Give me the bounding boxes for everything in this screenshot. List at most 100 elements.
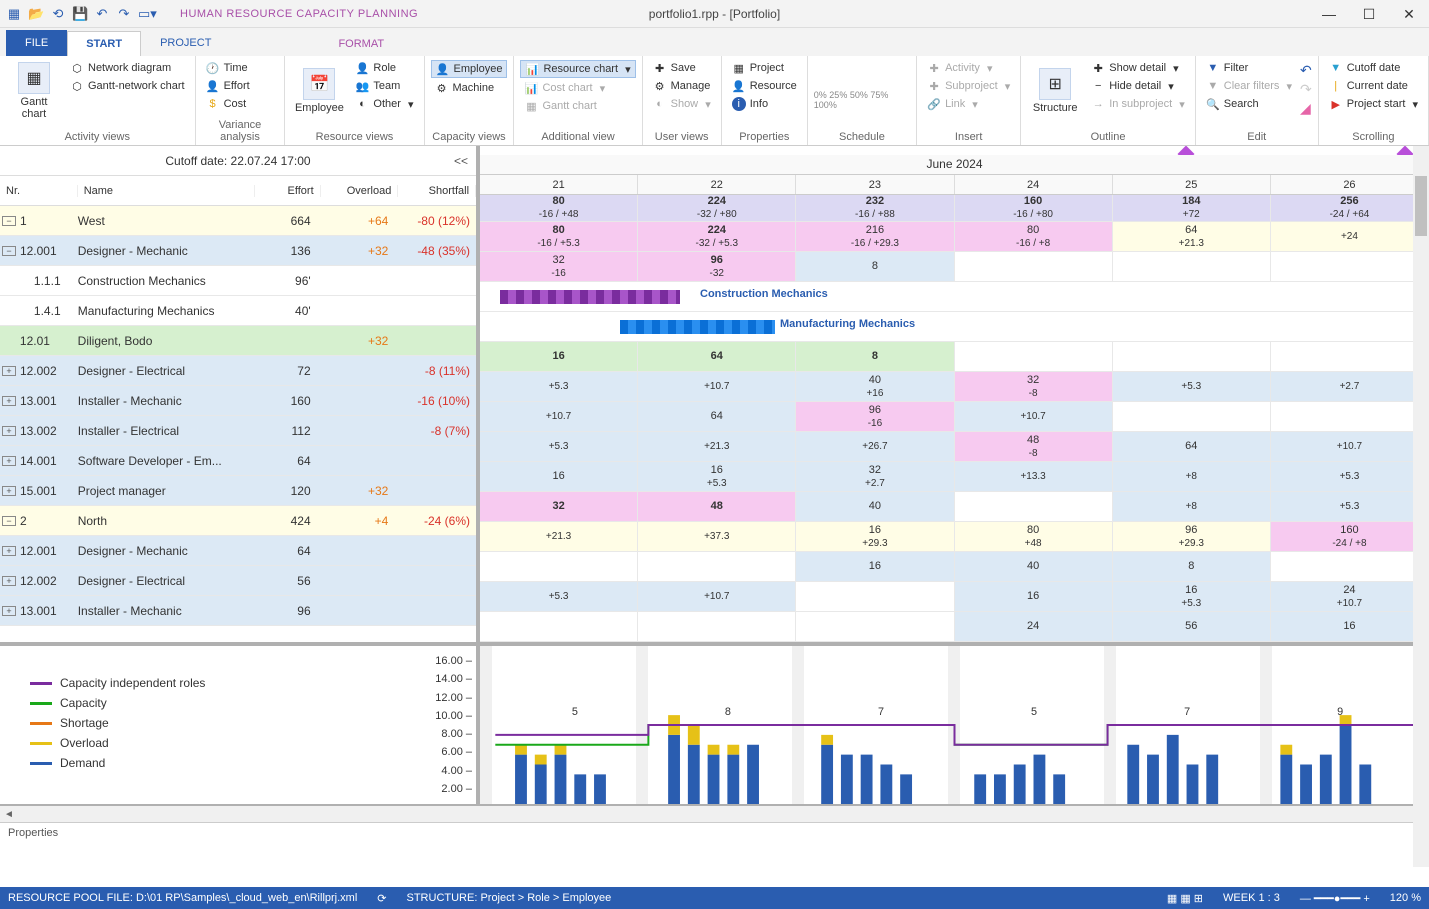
manage-view-button[interactable]: ⚙Manage — [649, 78, 715, 94]
filter-button[interactable]: ▼Filter — [1202, 60, 1296, 76]
structure-button[interactable]: ⊞Structure — [1027, 58, 1083, 124]
table-row[interactable]: +15.001Project manager120+32 — [0, 476, 476, 506]
table-row[interactable]: +13.002Installer - Electrical112-8 (7%) — [0, 416, 476, 446]
employee-view-button[interactable]: 📅Employee — [291, 58, 347, 124]
status-refresh-icon[interactable]: ⟳ — [377, 892, 386, 905]
day-header[interactable]: 25 — [1113, 175, 1271, 194]
prop-project-button[interactable]: ▦Project — [728, 60, 801, 76]
table-row[interactable]: −12.001Designer - Mechanic136+32-48 (35%… — [0, 236, 476, 266]
cap-machine-button[interactable]: ⚙Machine — [431, 80, 508, 96]
col-overload[interactable]: Overload — [321, 185, 399, 197]
table-row[interactable]: +12.002Designer - Electrical56 — [0, 566, 476, 596]
schedule-pct-icon[interactable]: 0% 25% 50% 75% 100% — [814, 90, 910, 110]
table-row[interactable]: 12.01Diligent, Bodo+32 — [0, 326, 476, 356]
tab-format[interactable]: FORMAT — [320, 32, 402, 56]
day-header[interactable]: 26 — [1271, 175, 1429, 194]
erase-icon[interactable]: ◢ — [1300, 100, 1312, 117]
expand-icon[interactable]: + — [2, 426, 16, 436]
saveall-icon[interactable]: 💾 — [72, 6, 88, 22]
cap-employee-button[interactable]: 👤Employee — [431, 60, 508, 78]
project-start-button[interactable]: ▶Project start ▾ — [1325, 96, 1422, 112]
save-view-button[interactable]: ✚Save — [649, 60, 715, 76]
ins-link-button[interactable]: 🔗Link ▾ — [923, 96, 1014, 112]
tab-project[interactable]: PROJECT — [141, 30, 230, 56]
h-scrollbar[interactable]: ◄► — [0, 806, 1429, 822]
day-header[interactable]: 21 — [480, 175, 638, 194]
in-subproject-button[interactable]: →In subproject ▾ — [1087, 96, 1189, 112]
cutoff-date-button[interactable]: ▼Cutoff date — [1325, 60, 1422, 76]
col-effort[interactable]: Effort — [255, 185, 321, 197]
properties-pane[interactable]: Properties — [0, 822, 1429, 842]
col-nr[interactable]: Nr. — [0, 185, 78, 197]
table-row[interactable]: 1.1.1Construction Mechanics96' — [0, 266, 476, 296]
clear-filters-button[interactable]: ▼Clear filters ▾ — [1202, 78, 1296, 94]
table-row[interactable]: +14.001Software Developer - Em...64 — [0, 446, 476, 476]
zoom-slider[interactable]: — ━━━●━━━ + — [1300, 892, 1370, 905]
collapse-left-button[interactable]: << — [454, 154, 468, 168]
tab-file[interactable]: FILE — [6, 30, 67, 56]
save-icon[interactable]: ⟲ — [50, 6, 66, 22]
table-row[interactable]: +13.001Installer - Mechanic160-16 (10%) — [0, 386, 476, 416]
time-button[interactable]: 🕐Time — [202, 60, 254, 76]
minimize-button[interactable]: — — [1309, 0, 1349, 28]
cost-button[interactable]: $Cost — [202, 96, 254, 112]
role-button[interactable]: 👤Role — [351, 60, 417, 76]
expand-icon[interactable]: + — [2, 486, 16, 496]
v-scrollbar[interactable] — [1413, 146, 1429, 867]
col-name[interactable]: Name — [78, 185, 255, 197]
expand-icon[interactable]: − — [2, 216, 16, 226]
group-variance: 🕐Time 👤Effort $Cost Variance analysis — [196, 56, 286, 145]
stack-icon[interactable]: ▭▾ — [138, 6, 154, 22]
team-button[interactable]: 👥Team — [351, 78, 417, 94]
redo-ribbon-icon[interactable]: ↷ — [1300, 81, 1312, 98]
expand-icon[interactable]: + — [2, 606, 16, 616]
redo-icon[interactable]: ↷ — [116, 6, 132, 22]
show-detail-button[interactable]: ✚Show detail ▾ — [1087, 60, 1189, 76]
other-button[interactable]: ◐Other ▾ — [351, 96, 417, 112]
col-shortfall[interactable]: Shortfall — [398, 185, 476, 197]
resource-chart-button[interactable]: 📊Resource chart ▾ — [520, 60, 635, 78]
table-row[interactable]: 1.4.1Manufacturing Mechanics40' — [0, 296, 476, 326]
prop-info-button[interactable]: iInfo — [728, 96, 801, 112]
gantt-network-button[interactable]: ⬡Gantt-network chart — [66, 78, 189, 94]
maximize-button[interactable]: ☐ — [1349, 0, 1389, 28]
search-button[interactable]: 🔍Search — [1202, 96, 1296, 112]
cost-chart-button[interactable]: 📊Cost chart ▾ — [520, 80, 635, 96]
prop-resource-button[interactable]: 👤Resource — [728, 78, 801, 94]
current-date-button[interactable]: |Current date — [1325, 78, 1422, 94]
close-button[interactable]: ✕ — [1389, 0, 1429, 28]
table-row[interactable]: −2North424+4-24 (6%) — [0, 506, 476, 536]
effort-button[interactable]: 👤Effort — [202, 78, 254, 94]
gantt-bar[interactable] — [620, 320, 775, 334]
expand-icon[interactable]: + — [2, 366, 16, 376]
group-properties: ▦Project 👤Resource iInfo Properties — [722, 56, 808, 145]
expand-icon[interactable]: + — [2, 456, 16, 466]
day-header[interactable]: 24 — [955, 175, 1113, 194]
gantt-chart-button[interactable]: ▦Gantt chart — [6, 58, 62, 124]
table-row[interactable]: +12.001Designer - Mechanic64 — [0, 536, 476, 566]
status-zoom: 120 % — [1390, 892, 1421, 904]
day-header[interactable]: 23 — [796, 175, 954, 194]
table-row[interactable]: +13.001Installer - Mechanic96 — [0, 596, 476, 626]
expand-icon[interactable]: + — [2, 546, 16, 556]
expand-icon[interactable]: − — [2, 516, 16, 526]
table-row[interactable]: −1West664+64-80 (12%) — [0, 206, 476, 236]
open-icon[interactable]: 📂 — [28, 6, 44, 22]
status-view-icons[interactable]: ▦ ▦ ⊞ — [1167, 892, 1203, 905]
ins-subproject-button[interactable]: ✚Subproject ▾ — [923, 78, 1014, 94]
expand-icon[interactable]: + — [2, 576, 16, 586]
hide-detail-button[interactable]: −Hide detail ▾ — [1087, 78, 1189, 94]
ins-activity-button[interactable]: ✚Activity ▾ — [923, 60, 1014, 76]
network-diagram-button[interactable]: ⬡Network diagram — [66, 60, 189, 76]
undo-ribbon-icon[interactable]: ↶ — [1300, 62, 1312, 79]
gantt-bar[interactable] — [500, 290, 680, 304]
expand-icon[interactable]: − — [2, 246, 16, 256]
table-row[interactable]: +12.002Designer - Electrical72-8 (11%) — [0, 356, 476, 386]
expand-icon[interactable]: + — [2, 396, 16, 406]
app-icon[interactable]: ▦ — [6, 6, 22, 22]
show-view-button[interactable]: ◐Show ▾ — [649, 96, 715, 112]
gantt-mini-button[interactable]: ▦Gantt chart — [520, 98, 635, 114]
day-header[interactable]: 22 — [638, 175, 796, 194]
undo-icon[interactable]: ↶ — [94, 6, 110, 22]
tab-start[interactable]: START — [67, 31, 141, 56]
